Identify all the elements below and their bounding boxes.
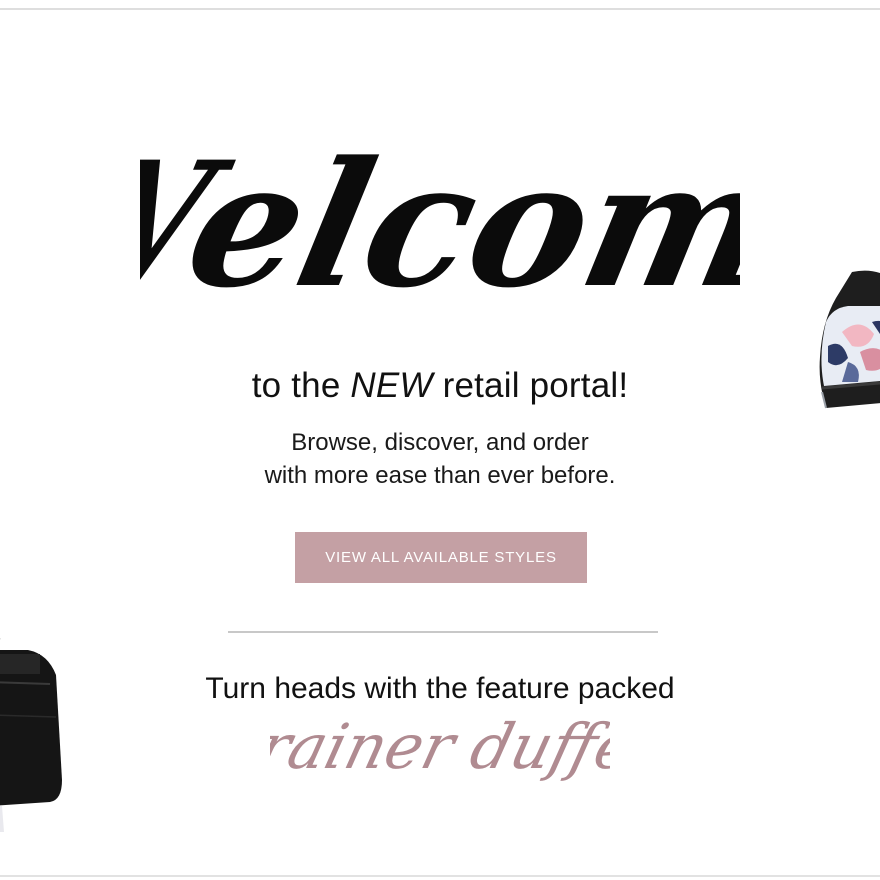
tagline-emphasis: NEW xyxy=(350,366,433,405)
subtext-line-2: with more ease than ever before. xyxy=(264,462,616,489)
welcome-banner: Welcome to the NEW retail portal! Browse… xyxy=(0,0,880,880)
black-duffel-bag-image xyxy=(0,638,62,832)
welcome-script-text: Welcome xyxy=(140,125,740,327)
trainer-duffel-script: trainer duffel xyxy=(270,711,610,783)
bottom-border xyxy=(0,875,880,877)
tagline-prefix: to the xyxy=(251,366,351,405)
welcome-script-heading: Welcome xyxy=(140,125,740,327)
intro-subtext: Browse, discover, and order with more ea… xyxy=(0,426,880,492)
tagline-suffix: retail portal! xyxy=(432,366,629,405)
section-divider xyxy=(228,631,658,633)
trainer-duffel-text: trainer duffel xyxy=(270,711,610,783)
subtext-line-1: Browse, discover, and order xyxy=(291,429,589,456)
top-border xyxy=(0,8,880,10)
feature-headline: Turn heads with the feature packed xyxy=(205,672,675,705)
view-all-styles-button[interactable]: VIEW ALL AVAILABLE STYLES xyxy=(295,532,587,583)
tagline: to the NEW retail portal! xyxy=(0,366,880,406)
